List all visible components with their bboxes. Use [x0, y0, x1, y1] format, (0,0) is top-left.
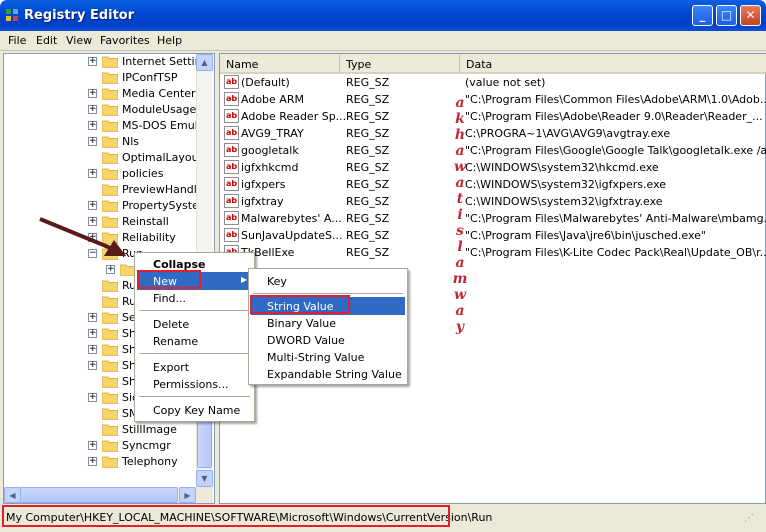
- resize-grip-icon[interactable]: ⋰: [744, 513, 754, 524]
- string-value-highlight-box: [250, 295, 350, 314]
- menu-separator: [139, 396, 250, 397]
- menu-item-permissions[interactable]: Permissions...: [137, 375, 252, 393]
- menu-item-delete[interactable]: Delete: [137, 315, 252, 333]
- new-submenu: Key String Value Binary Value DWORD Valu…: [248, 268, 408, 385]
- submenu-item-expandable-string-value[interactable]: Expandable String Value: [251, 365, 405, 383]
- menu-separator: [139, 310, 250, 311]
- menu-separator: [253, 293, 403, 294]
- submenu-arrow-icon: ▶: [241, 275, 248, 284]
- arrow-annotation: [39, 217, 126, 256]
- submenu-item-dword-value[interactable]: DWORD Value: [251, 331, 405, 349]
- menu-item-find[interactable]: Find...: [137, 289, 252, 307]
- menu-item-rename[interactable]: Rename: [137, 332, 252, 350]
- submenu-item-key[interactable]: Key: [251, 272, 405, 290]
- new-highlight-box: [137, 270, 201, 289]
- submenu-item-multi-string-value[interactable]: Multi-String Value: [251, 348, 405, 366]
- menu-item-export[interactable]: Export: [137, 358, 252, 376]
- status-highlight-box: [2, 505, 450, 527]
- menu-separator: [139, 353, 250, 354]
- menu-item-copy-key-name[interactable]: Copy Key Name: [137, 401, 252, 419]
- submenu-item-binary-value[interactable]: Binary Value: [251, 314, 405, 332]
